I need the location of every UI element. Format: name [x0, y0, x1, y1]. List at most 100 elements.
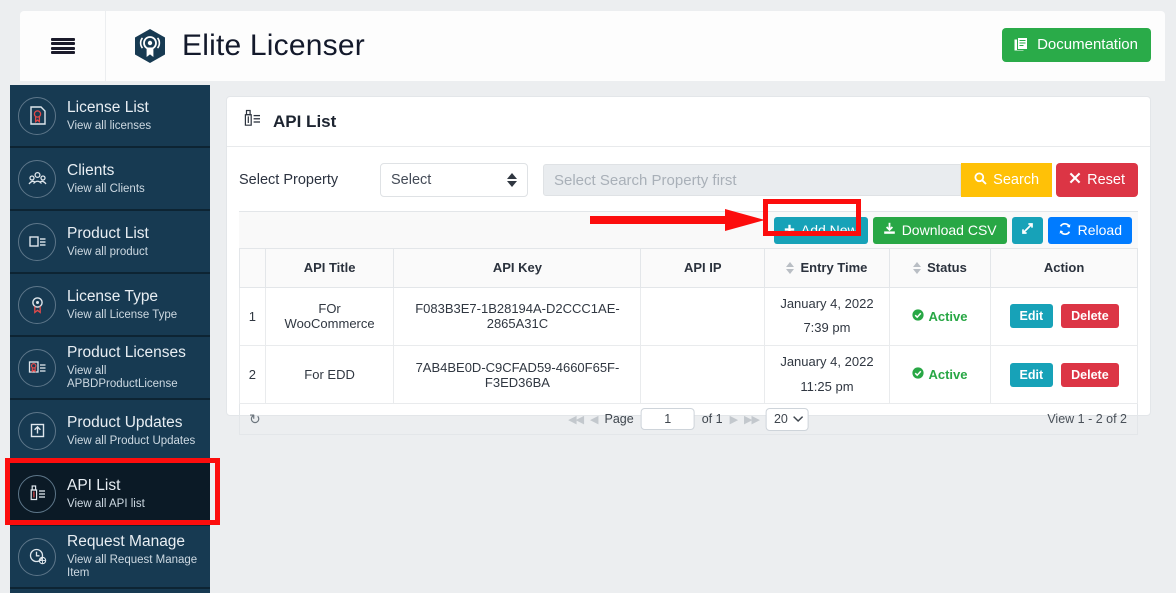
select-property-value: Select	[391, 172, 432, 188]
delete-button[interactable]: Delete	[1061, 304, 1119, 329]
sidebar-item-text: Request Manage View all Request Manage I…	[67, 533, 210, 579]
sidebar-item-text: API List View all API list	[67, 477, 145, 510]
cell-entry-time: January 4, 2022 11:25 pm	[764, 344, 890, 405]
add-new-label: Add New	[800, 222, 858, 238]
record-range-label: View 1 - 2 of 2	[1047, 412, 1127, 427]
cell-api-key: 7AB4BE0D-C9CFAD59-4660F65F-F3ED36BA	[393, 344, 642, 405]
col-header-api-title[interactable]: API Title	[264, 249, 395, 288]
menu-toggle-button[interactable]	[20, 11, 106, 81]
sidebar-item-title: Product Updates	[67, 413, 183, 431]
cell-api-ip	[640, 344, 766, 405]
sidebar-item-text: Product Updates View all Product Updates	[67, 414, 195, 447]
edit-button[interactable]: Edit	[1009, 362, 1054, 387]
cell-index: 2	[239, 344, 266, 405]
sidebar-item-subtitle: View all Clients	[67, 182, 145, 195]
sidebar-item-license-list[interactable]: License List View all licenses	[10, 85, 210, 148]
product-list-icon	[18, 222, 56, 261]
download-csv-label: Download CSV	[901, 222, 997, 238]
active-indicator-arrow	[200, 482, 210, 505]
col-header-api-key[interactable]: API Key	[393, 249, 642, 288]
cell-index: 1	[239, 286, 266, 346]
sort-icon[interactable]	[786, 261, 795, 274]
sidebar-item-subtitle: View all License Type	[67, 308, 178, 321]
table-body: 1 FOr WooCommerce F083B3E7-1B28194A-D2CC…	[239, 286, 1138, 405]
check-circle-icon	[912, 309, 925, 324]
sidebar-item-product-updates[interactable]: Product Updates View all Product Updates	[10, 400, 210, 463]
page-total-label: of 1	[701, 412, 723, 427]
expand-arrows-icon	[1021, 222, 1034, 238]
reset-button[interactable]: Reset	[1056, 163, 1138, 197]
plus-icon	[784, 222, 795, 238]
chevron-down-icon	[793, 412, 804, 426]
sidebar-item-clients[interactable]: Clients View all Clients	[10, 148, 210, 211]
edit-button[interactable]: Edit	[1009, 304, 1054, 329]
add-new-button[interactable]: Add New	[773, 216, 868, 244]
cell-entry-time: January 4, 2022 7:39 pm	[764, 286, 890, 346]
col-header-entry-time[interactable]: Entry Time	[764, 249, 890, 288]
status-badge: Active	[912, 308, 968, 324]
col-header-action: Action	[990, 249, 1138, 288]
sidebar-item-subtitle: View all licenses	[67, 119, 152, 132]
pagination-bar: ↻ ◀◀ ◀ Page of 1 ▶ ▶▶ 20 View 1	[239, 404, 1138, 436]
app-title: Elite Licenser	[182, 29, 365, 62]
sidebar-item-text: License Type View all License Type	[67, 288, 177, 321]
sidebar-item-product-licenses[interactable]: Product Licenses View all APBDProductLic…	[10, 337, 210, 400]
col-header-status[interactable]: Status	[888, 249, 992, 288]
table-header-row: API Title API Key API IP Entry Time Stat…	[239, 249, 1138, 288]
download-icon	[883, 222, 896, 238]
next-page-icon[interactable]: ▶	[730, 413, 739, 426]
page-size-select[interactable]: 20	[765, 407, 809, 431]
app-root: Elite Licenser Documentation License Lis…	[0, 0, 1176, 593]
filter-row: Select Property Select Search	[227, 147, 1150, 211]
expand-button[interactable]	[1011, 216, 1043, 244]
prev-page-icon[interactable]: ◀	[590, 413, 599, 426]
api-list-panel: API List Select Property Select Search	[226, 96, 1151, 436]
pagination-controls: ◀◀ ◀ Page of 1 ▶ ▶▶ 20	[568, 407, 809, 431]
upload-arrow-icon	[18, 411, 56, 450]
download-csv-button[interactable]: Download CSV	[872, 216, 1007, 244]
search-input[interactable]	[543, 164, 962, 196]
api-key-icon	[18, 474, 56, 513]
sidebar-item-title: API List	[67, 476, 121, 494]
cell-api-title: FOr WooCommerce	[264, 286, 395, 346]
refresh-icon	[1058, 222, 1072, 239]
cell-api-title: For EDD	[264, 344, 395, 405]
users-group-icon	[18, 159, 56, 198]
sidebar-item-license-type[interactable]: License Type View all License Type	[10, 274, 210, 337]
chevron-updown-icon	[507, 173, 517, 187]
award-badge-icon	[18, 285, 56, 324]
sidebar-item-text: Product List View all product	[67, 225, 149, 258]
documentation-button[interactable]: Documentation	[1002, 28, 1151, 62]
request-clock-icon	[18, 537, 56, 576]
page-size-value: 20	[773, 412, 788, 427]
check-circle-icon	[912, 367, 925, 382]
sidebar-item-title: Product Licenses	[67, 344, 186, 362]
documentation-label: Documentation	[1037, 36, 1138, 53]
sidebar-item-request-manage[interactable]: Request Manage View all Request Manage I…	[10, 526, 210, 589]
page-number-input[interactable]	[640, 408, 695, 431]
magnifier-icon	[974, 172, 987, 189]
sidebar-item-text: License List View all licenses	[67, 99, 151, 132]
delete-button[interactable]: Delete	[1061, 362, 1119, 387]
sidebar-item-title: Product List	[67, 224, 149, 242]
sidebar-item-product-list[interactable]: Product List View all product	[10, 211, 210, 274]
first-page-icon[interactable]: ◀◀	[568, 413, 584, 426]
refresh-small-icon[interactable]: ↻	[249, 411, 261, 428]
search-button[interactable]: Search	[961, 163, 1053, 197]
cell-status: Active	[888, 344, 992, 405]
sort-icon[interactable]	[913, 261, 922, 274]
page-label: Page	[604, 412, 634, 427]
sidebar-item-text: Clients View all Clients	[67, 162, 145, 195]
reload-label: Reload	[1077, 222, 1122, 238]
reload-button[interactable]: Reload	[1047, 216, 1132, 244]
search-button-label: Search	[993, 172, 1040, 188]
col-header-api-ip[interactable]: API IP	[640, 249, 766, 288]
sidebar-item-subtitle: View all API list	[67, 497, 145, 510]
select-property-dropdown[interactable]: Select	[380, 163, 528, 197]
sidebar-item-api-list[interactable]: API List View all API list	[10, 463, 210, 526]
reset-button-label: Reset	[1087, 172, 1125, 188]
last-page-icon[interactable]: ▶▶	[744, 413, 760, 426]
documentation-icon	[1013, 36, 1030, 53]
status-label: Active	[928, 308, 968, 324]
api-list-table: API Title API Key API IP Entry Time Stat…	[239, 249, 1138, 405]
